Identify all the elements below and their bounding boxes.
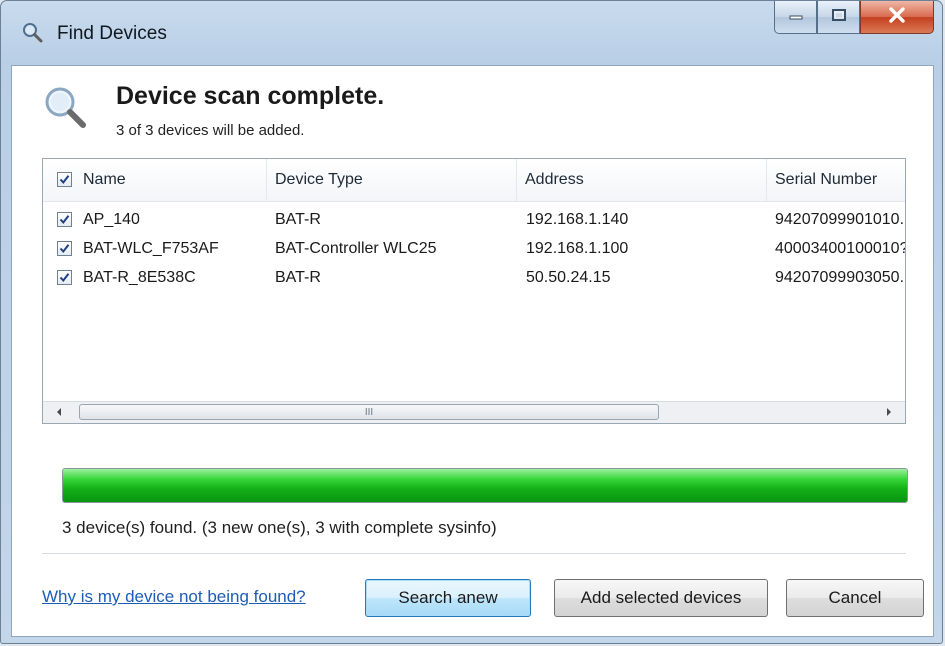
- device-address: 192.168.1.100: [526, 240, 629, 257]
- device-serial: 40003400100010?: [775, 240, 906, 257]
- column-device-type-label: Device Type: [275, 171, 363, 188]
- divider: [42, 553, 906, 554]
- list-column-header: Name Device Type Address Serial Number: [43, 159, 905, 202]
- table-row[interactable]: BAT-R_8E538C BAT-R 50.50.24.15 942070999…: [43, 263, 905, 292]
- column-address[interactable]: Address: [517, 159, 767, 201]
- column-device-type[interactable]: Device Type: [267, 159, 517, 201]
- device-serial: 94207099901010.: [775, 211, 905, 228]
- row-checkbox[interactable]: [57, 270, 72, 285]
- device-name: AP_140: [83, 211, 140, 228]
- scan-progress-fill: [63, 469, 907, 502]
- dialog-content: Device scan complete. 3 of 3 devices wil…: [11, 65, 934, 637]
- device-address: 50.50.24.15: [526, 269, 611, 286]
- scan-result-status: 3 device(s) found. (3 new one(s), 3 with…: [62, 518, 497, 537]
- device-serial: 94207099903050.: [775, 269, 905, 286]
- table-row[interactable]: BAT-WLC_F753AF BAT-Controller WLC25 192.…: [43, 234, 905, 263]
- magnifier-icon: [21, 21, 43, 43]
- cancel-button[interactable]: Cancel: [786, 579, 924, 617]
- maximize-icon: [831, 8, 847, 27]
- arrow-left-icon: [55, 404, 63, 422]
- minimize-icon: [788, 8, 804, 26]
- caption-buttons: [774, 1, 934, 39]
- scrollbar-grip: III: [364, 406, 374, 418]
- scrollbar-thumb[interactable]: III: [79, 404, 659, 420]
- device-name: BAT-R_8E538C: [83, 269, 196, 286]
- scan-status-subtitle: 3 of 3 devices will be added.: [116, 122, 305, 139]
- device-not-found-help-link[interactable]: Why is my device not being found?: [42, 587, 306, 607]
- scan-status-title: Device scan complete.: [116, 82, 385, 110]
- column-address-label: Address: [525, 171, 584, 188]
- horizontal-scrollbar[interactable]: III: [43, 401, 905, 423]
- window-title: Find Devices: [57, 23, 167, 44]
- column-serial-number[interactable]: Serial Number: [767, 159, 905, 201]
- device-name: BAT-WLC_F753AF: [83, 240, 219, 257]
- add-selected-devices-button[interactable]: Add selected devices: [554, 579, 768, 617]
- scan-progress-bar: [62, 468, 908, 503]
- title-bar[interactable]: Find Devices: [1, 1, 942, 61]
- row-checkbox[interactable]: [57, 212, 72, 227]
- search-anew-button[interactable]: Search anew: [365, 579, 531, 617]
- minimize-button[interactable]: [774, 1, 817, 34]
- arrow-right-icon: [885, 404, 893, 422]
- column-serial-number-label: Serial Number: [775, 171, 878, 188]
- column-name[interactable]: Name: [75, 159, 267, 201]
- row-checkbox[interactable]: [57, 241, 72, 256]
- device-address: 192.168.1.140: [526, 211, 629, 228]
- device-type: BAT-R: [275, 269, 321, 286]
- scroll-right-button[interactable]: [875, 402, 903, 423]
- device-type: BAT-R: [275, 211, 321, 228]
- device-list[interactable]: Name Device Type Address Serial Number A…: [42, 158, 906, 424]
- column-name-label: Name: [83, 171, 126, 188]
- device-type: BAT-Controller WLC25: [275, 240, 437, 257]
- magnifier-icon: [42, 84, 88, 130]
- table-row[interactable]: AP_140 BAT-R 192.168.1.140 9420709990101…: [43, 205, 905, 234]
- maximize-button[interactable]: [817, 1, 860, 34]
- scroll-left-button[interactable]: [45, 402, 73, 423]
- close-button[interactable]: [860, 1, 934, 34]
- close-icon: [888, 6, 906, 28]
- find-devices-window: Find Devices Device scan complete. 3 of …: [0, 0, 943, 644]
- select-all-checkbox[interactable]: [57, 172, 72, 187]
